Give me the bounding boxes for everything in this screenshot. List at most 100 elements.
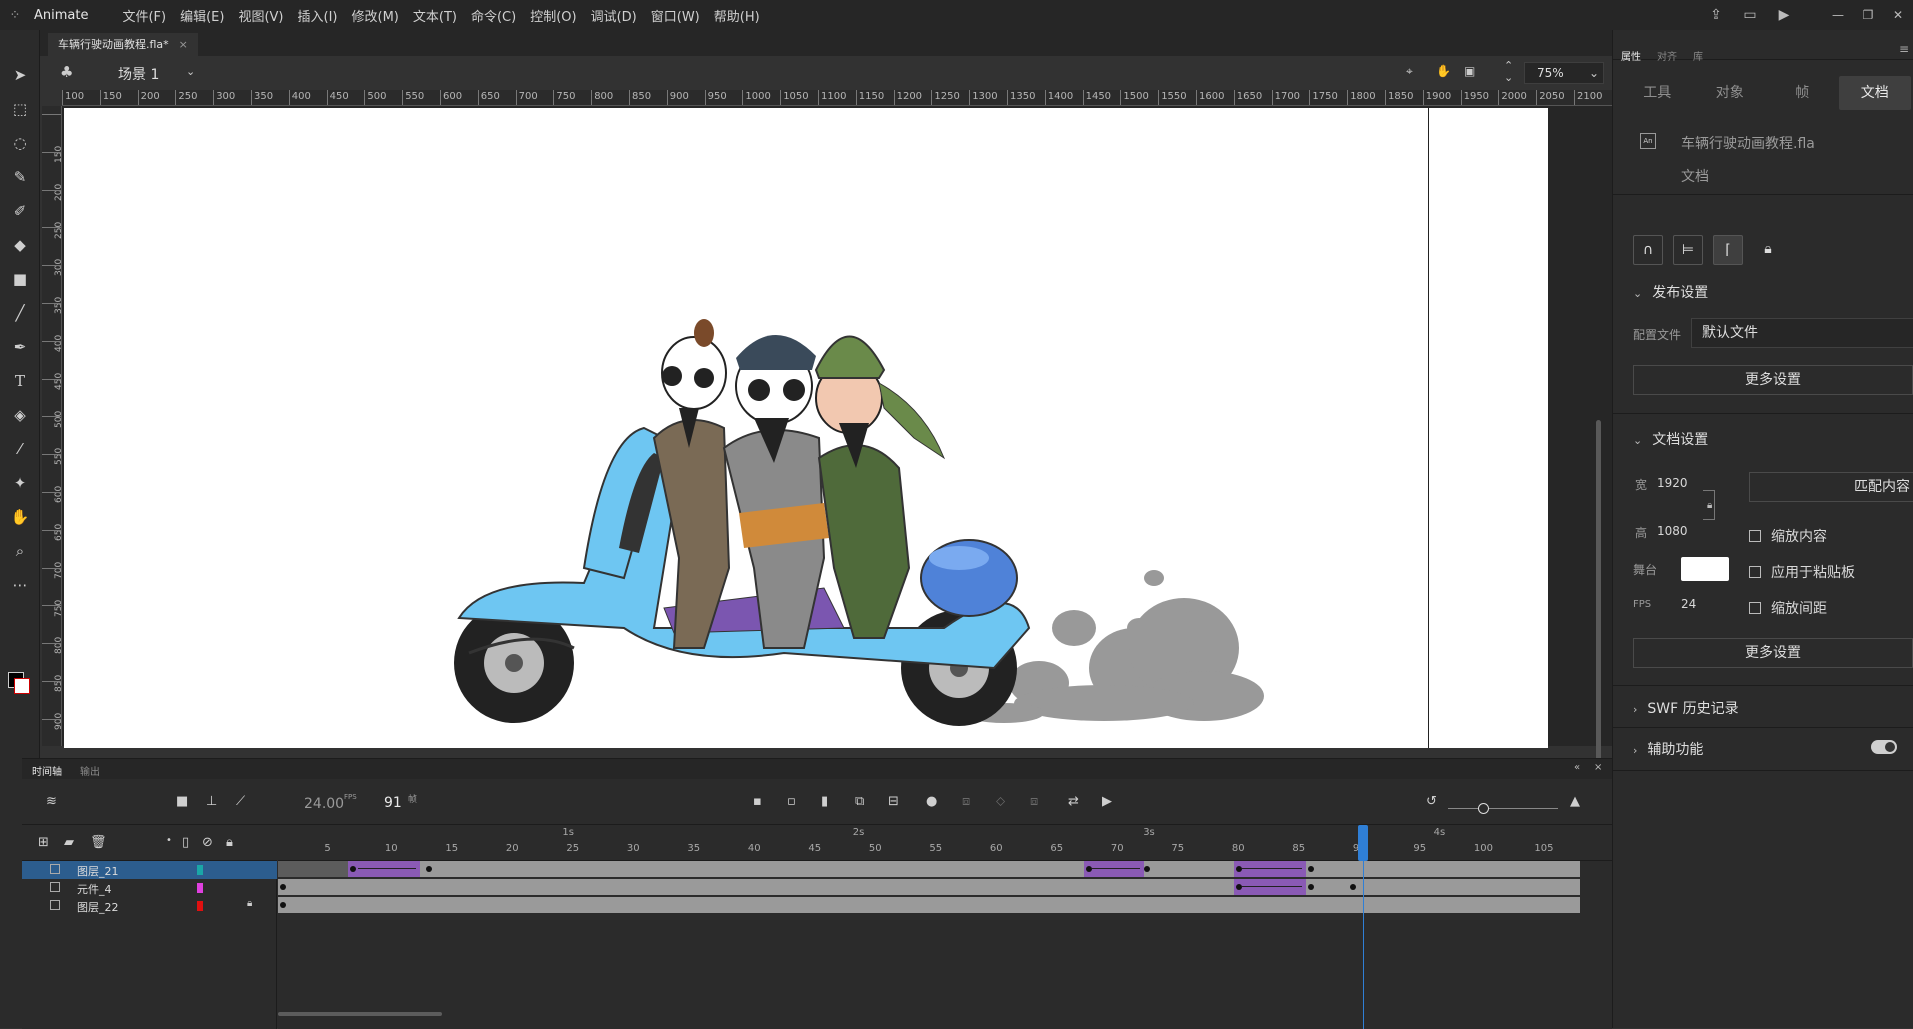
align-icon[interactable]: ⊨ xyxy=(1673,235,1703,265)
brush-tool-icon[interactable]: ✎ xyxy=(0,160,40,194)
timeline-horizontal-scrollbar[interactable] xyxy=(278,1012,442,1016)
tween-span[interactable] xyxy=(348,861,420,877)
camera-tool-icon[interactable]: ■ xyxy=(176,794,188,809)
stage-artwork[interactable] xyxy=(64,108,1548,748)
publish-settings-header[interactable]: ⌄发布设置 xyxy=(1633,282,1708,302)
clip-stage-icon[interactable]: ▣ xyxy=(1464,64,1475,78)
play-icon[interactable]: ▶ xyxy=(1102,794,1112,809)
keyframe[interactable] xyxy=(426,866,432,872)
keyframe[interactable] xyxy=(1236,866,1242,872)
keyframe[interactable] xyxy=(280,902,286,908)
test-movie-icon[interactable]: ▶ xyxy=(1767,7,1801,23)
timeline-zoom-slider[interactable] xyxy=(1448,808,1558,809)
create-tween-icon[interactable]: ⧉ xyxy=(855,794,864,809)
menu-window[interactable]: 窗口(W) xyxy=(651,6,700,25)
link-lock-icon[interactable]: 🔒︎ xyxy=(1707,500,1712,511)
segment-frame[interactable]: 帧 xyxy=(1766,76,1839,110)
highlight-layer-icon[interactable]: • xyxy=(166,835,172,846)
scale-spacing-checkbox[interactable]: 缩放间距 xyxy=(1749,598,1827,618)
hide-layer-icon[interactable]: ⊘ xyxy=(202,835,213,850)
stage-rotate-icon[interactable]: ⌃⌄ xyxy=(1504,60,1513,84)
stage-color-swatch[interactable] xyxy=(1681,557,1729,581)
step-forward-icon[interactable]: ⧈ xyxy=(1030,794,1038,809)
lock-icon[interactable]: 🔒︎ xyxy=(1753,235,1783,265)
step-back-icon[interactable]: ⬦ xyxy=(996,794,1005,809)
layer-row[interactable]: 图层_21 xyxy=(22,861,277,879)
onion-skin-icon[interactable]: ● xyxy=(926,794,937,809)
line-tool-icon[interactable]: ╱ xyxy=(0,296,40,330)
menu-edit[interactable]: 编辑(E) xyxy=(180,6,224,25)
workspace-icon[interactable]: ⁘ xyxy=(0,0,30,30)
stage[interactable] xyxy=(64,108,1548,748)
frame-track[interactable] xyxy=(278,897,1580,913)
insert-frame-icon[interactable]: ▮ xyxy=(821,794,828,809)
layer-row[interactable]: 元件_4 xyxy=(22,879,277,897)
lasso-tool-icon[interactable]: ◌ xyxy=(0,126,40,160)
apply-to-pasteboard-checkbox[interactable]: 应用于粘贴板 xyxy=(1749,562,1855,582)
layer-parenting-icon[interactable]: ⊥ xyxy=(206,794,217,809)
menu-modify[interactable]: 修改(M) xyxy=(352,6,399,25)
snap-icon[interactable]: ⌖ xyxy=(1406,64,1413,79)
keyframe[interactable] xyxy=(350,866,356,872)
tween-span[interactable] xyxy=(1234,861,1306,877)
snap-to-objects-icon[interactable]: ∩ xyxy=(1633,235,1663,265)
accessibility-toggle[interactable] xyxy=(1871,740,1897,754)
zoom-level-input[interactable]: 75%⌄ xyxy=(1524,62,1604,84)
lock-layer-icon[interactable]: 🔒︎ xyxy=(226,835,233,850)
eyedropper-tool-icon[interactable]: ⁄ xyxy=(0,432,40,466)
timeline-zoom-thumb[interactable] xyxy=(1478,803,1489,814)
close-panel-icon[interactable]: × xyxy=(1594,762,1602,773)
collapse-icon[interactable]: « xyxy=(1574,762,1580,773)
more-tools-icon[interactable]: ⋯ xyxy=(0,568,40,602)
tab-properties[interactable]: 属性 xyxy=(1621,48,1641,63)
close-icon[interactable]: ✕ xyxy=(1883,8,1913,22)
frames-area[interactable]: 5101520253035404550556065707580859095100… xyxy=(278,825,1612,1029)
keyframe[interactable] xyxy=(280,884,286,890)
close-tab-icon[interactable]: × xyxy=(179,38,188,51)
document-more-settings-button[interactable]: 更多设置 xyxy=(1633,638,1913,668)
frame-ruler[interactable]: 5101520253035404550556065707580859095100… xyxy=(278,825,1612,861)
tween-span[interactable] xyxy=(1234,879,1306,895)
panel-menu-icon[interactable]: ≡ xyxy=(1899,42,1909,56)
insert-keyframe-icon[interactable]: ▪ xyxy=(753,794,762,809)
share-icon[interactable]: ⇪ xyxy=(1699,7,1733,23)
tab-library[interactable]: 库 xyxy=(1693,48,1703,63)
paint-bucket-tool-icon[interactable]: ◈ xyxy=(0,398,40,432)
frame-track[interactable] xyxy=(278,879,1580,895)
eraser-tool-icon[interactable]: ◆ xyxy=(0,228,40,262)
pin-tool-icon[interactable]: ✦ xyxy=(0,466,40,500)
height-value[interactable]: 1080 xyxy=(1657,524,1688,538)
paint-brush-tool-icon[interactable]: ✐ xyxy=(0,194,40,228)
menu-debug[interactable]: 调试(D) xyxy=(591,6,637,25)
keyframe[interactable] xyxy=(1144,866,1150,872)
rectangle-tool-icon[interactable]: ■ xyxy=(0,262,40,296)
document-tab[interactable]: 车辆行驶动画教程.fla*× xyxy=(48,33,198,56)
stage-corner-icon[interactable]: ⌈ xyxy=(1713,235,1743,265)
scene-icon[interactable]: ♣ xyxy=(60,63,73,81)
menu-file[interactable]: 文件(F) xyxy=(122,6,166,25)
tab-timeline[interactable]: 时间轴 xyxy=(32,763,62,778)
text-tool-icon[interactable]: T xyxy=(0,364,40,398)
swf-history-header[interactable]: ›SWF 历史记录 xyxy=(1633,698,1739,718)
layer-color-swatch[interactable] xyxy=(197,901,203,911)
profile-select[interactable]: 默认文件 xyxy=(1691,318,1913,348)
document-settings-header[interactable]: ⌄文档设置 xyxy=(1633,429,1708,449)
layer-color-swatch[interactable] xyxy=(197,865,203,875)
keyframe[interactable] xyxy=(1086,866,1092,872)
pen-tool-icon[interactable]: ✒ xyxy=(0,330,40,364)
camera-icon[interactable]: ✋ xyxy=(1436,64,1451,78)
keyframe[interactable] xyxy=(1350,884,1356,890)
publish-more-settings-button[interactable]: 更多设置 xyxy=(1633,365,1913,395)
fps-value[interactable]: 24 xyxy=(1681,597,1696,611)
insert-blank-keyframe-icon[interactable]: ▫ xyxy=(787,794,796,809)
free-transform-tool-icon[interactable]: ⬚ xyxy=(0,92,40,126)
current-frame-readout[interactable]: 91 xyxy=(384,795,402,811)
zoom-tool-icon[interactable]: ⌕ xyxy=(0,534,40,568)
undo-icon[interactable]: ↺ xyxy=(1426,794,1437,809)
minimize-icon[interactable]: — xyxy=(1823,8,1853,22)
segment-tool[interactable]: 工具 xyxy=(1621,76,1694,110)
layers-icon[interactable]: ≋ xyxy=(46,794,57,809)
layer-color-swatch[interactable] xyxy=(197,883,203,893)
frame-track[interactable] xyxy=(278,861,1580,877)
keyframe[interactable] xyxy=(1308,884,1314,890)
